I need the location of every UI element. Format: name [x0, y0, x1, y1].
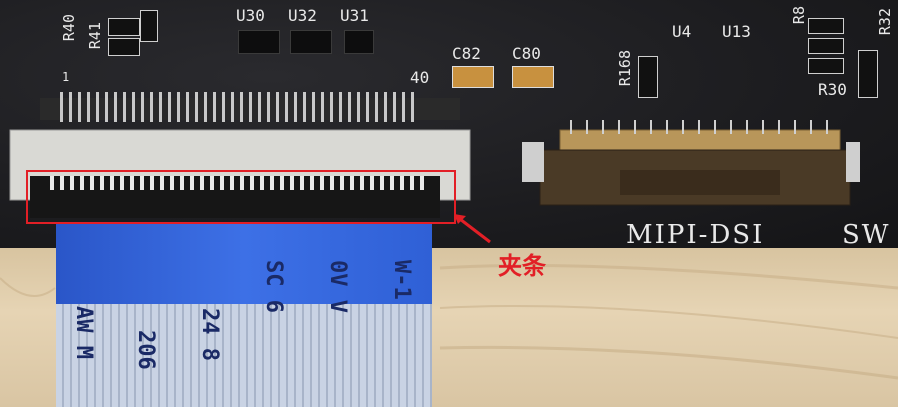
cable-print-5: 0V V	[325, 260, 350, 313]
silk-r32: R32	[876, 8, 894, 36]
capacitor-c82	[452, 66, 494, 88]
ic-u31	[344, 30, 374, 54]
resistor	[108, 38, 140, 56]
silk-c80: C80	[512, 44, 541, 63]
cable-print-1: AW M	[71, 306, 96, 359]
cable-print-2: 206	[133, 330, 158, 370]
ribbon-cable-stiffener	[56, 222, 432, 304]
silk-pin40: 40	[410, 68, 430, 87]
silk-u30: U30	[236, 6, 265, 25]
resistor	[808, 18, 844, 34]
cable-print-3: 24 8	[197, 308, 222, 361]
silk-u32: U32	[288, 6, 317, 25]
silk-r41: R41	[86, 22, 104, 50]
silk-pin1: 1	[62, 70, 70, 84]
silk-mipi-dsi: MIPI-DSI	[626, 220, 765, 250]
silk-r8: R8	[790, 6, 808, 25]
resistor	[808, 38, 844, 54]
silk-r168: R168	[616, 50, 634, 87]
cable-print-4: SC 6	[261, 260, 286, 313]
cable-print-6: W-1	[389, 260, 414, 300]
resistor	[858, 50, 878, 98]
capacitor-c80	[512, 66, 554, 88]
resistor	[108, 18, 140, 36]
silk-u31: U31	[340, 6, 369, 25]
resistor-r168	[638, 56, 658, 98]
resistor	[140, 10, 158, 42]
silk-sw: SW	[842, 220, 891, 250]
silk-u4: U4	[672, 22, 692, 41]
ic-u32	[290, 30, 332, 54]
silk-c82: C82	[452, 44, 481, 63]
annotation-arrow-icon	[454, 214, 491, 244]
ribbon-cable	[56, 304, 432, 407]
resistor	[808, 58, 844, 74]
silk-u13: U13	[722, 22, 751, 41]
annotation-box	[26, 170, 456, 224]
photo: U30 U32 U31 U4 U13 C82 C80 R40 R41 R168 …	[0, 0, 898, 407]
silk-r40: R40	[60, 14, 78, 42]
silk-r30: R30	[818, 80, 847, 99]
annotation-label: 夹条	[498, 252, 546, 280]
mipi-dsi-connector	[522, 120, 860, 206]
ic-u30	[238, 30, 280, 54]
